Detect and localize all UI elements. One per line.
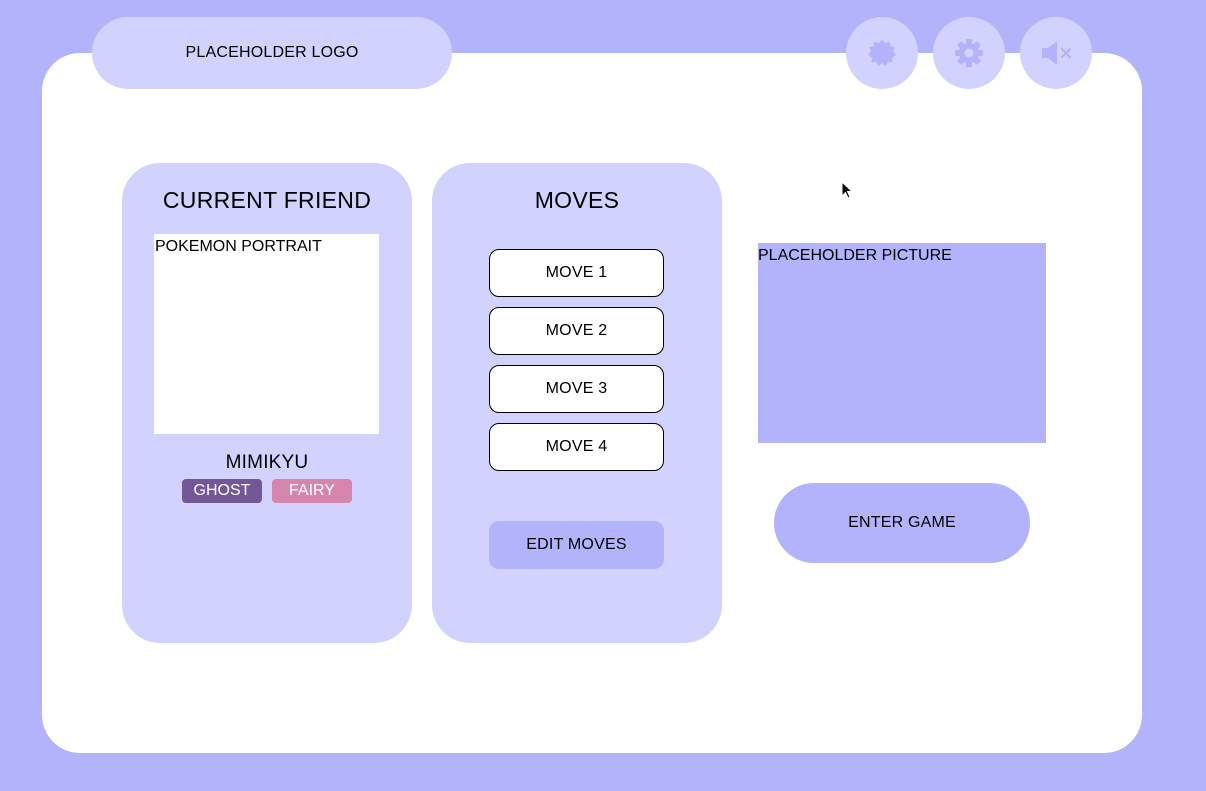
settings-button[interactable] [933, 17, 1005, 89]
logo: PLACEHOLDER LOGO [92, 17, 452, 89]
move-2-button[interactable]: MOVE 2 [489, 307, 664, 355]
mute-icon [1042, 41, 1072, 65]
pokemon-portrait: POKEMON PORTRAIT [154, 234, 379, 434]
move-3-button[interactable]: MOVE 3 [489, 365, 664, 413]
gear-icon [955, 39, 983, 67]
placeholder-picture: PLACEHOLDER PICTURE [758, 243, 1046, 443]
current-friend-card: CURRENT FRIEND POKEMON PORTRAIT MIMIKYU … [122, 163, 412, 643]
enter-game-button[interactable]: ENTER GAME [774, 483, 1030, 563]
edit-moves-button[interactable]: EDIT MOVES [489, 521, 664, 569]
logo-label: PLACEHOLDER LOGO [185, 44, 359, 61]
badge-button[interactable] [846, 17, 918, 89]
mute-button[interactable] [1020, 17, 1092, 89]
moves-card: MOVES MOVE 1 MOVE 2 MOVE 3 MOVE 4 EDIT M… [432, 163, 722, 643]
move-1-button[interactable]: MOVE 1 [489, 249, 664, 297]
friend-name: MIMIKYU [225, 452, 309, 473]
mouse-cursor-icon [841, 181, 853, 199]
type-badge-ghost: GHOST [182, 479, 262, 503]
current-friend-title: CURRENT FRIEND [162, 187, 372, 213]
move-4-button[interactable]: MOVE 4 [489, 423, 664, 471]
moves-title: MOVES [534, 187, 620, 213]
badge-icon [868, 39, 896, 66]
placeholder-picture-label: PLACEHOLDER PICTURE [758, 247, 952, 264]
type-badge-fairy: FAIRY [272, 479, 352, 503]
portrait-label: POKEMON PORTRAIT [155, 238, 322, 255]
